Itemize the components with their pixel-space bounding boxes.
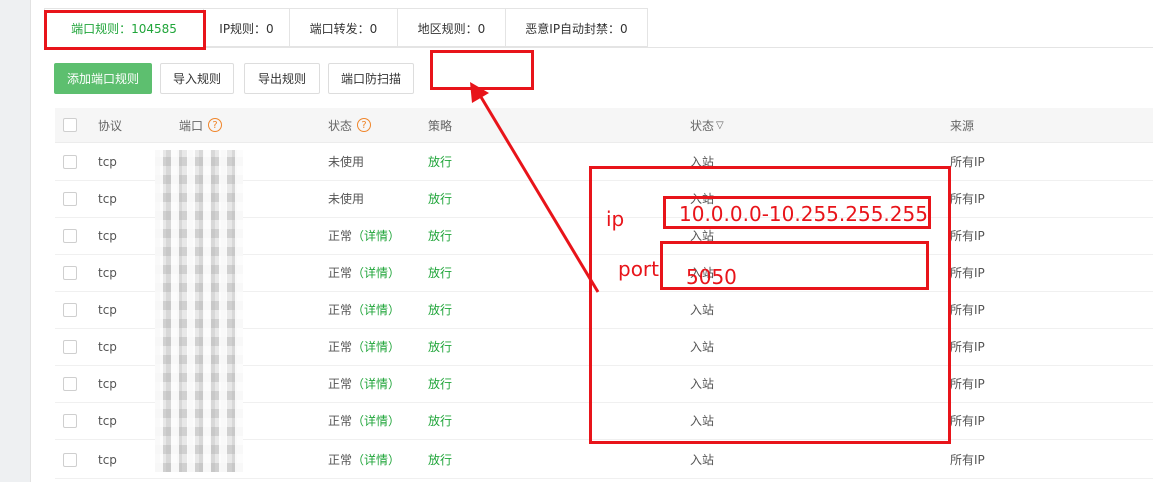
row-status-text: 未使用 bbox=[328, 192, 365, 206]
row-source: 所有IP bbox=[950, 155, 985, 169]
row-protocol: tcp bbox=[98, 154, 117, 169]
annotation-port-value: 5050 bbox=[686, 265, 737, 289]
row-checkbox[interactable] bbox=[63, 265, 77, 280]
row-status-text: 正常 bbox=[328, 340, 353, 354]
row-protocol: tcp bbox=[98, 413, 117, 428]
sort-chevron-icon: ▽ bbox=[716, 119, 724, 131]
row-checkbox[interactable] bbox=[63, 191, 77, 206]
row-source: 所有IP bbox=[950, 229, 985, 243]
header-port: 端口 ? bbox=[179, 108, 223, 142]
header-direction[interactable]: 状态 ▽ bbox=[690, 108, 724, 142]
tab-region-rules[interactable]: 地区规则：0 bbox=[398, 8, 506, 47]
row-status: 正常 （详情） bbox=[328, 291, 400, 328]
header-direction-label: 状态 bbox=[690, 118, 715, 133]
row-checkbox[interactable] bbox=[63, 228, 77, 243]
header-status: 状态 ? bbox=[328, 108, 372, 142]
row-protocol: tcp bbox=[98, 452, 117, 467]
row-checkbox[interactable] bbox=[63, 339, 77, 354]
row-status: 正常 （详情） bbox=[328, 254, 400, 291]
row-direction: 入站 bbox=[690, 453, 715, 467]
annotation-box-target bbox=[430, 50, 534, 90]
header-port-label: 端口 bbox=[179, 118, 204, 133]
app-sidebar-strip bbox=[0, 0, 31, 482]
row-protocol: tcp bbox=[98, 191, 117, 206]
port-anti-scan-button[interactable]: 端口防扫描 bbox=[328, 63, 414, 94]
port-help-icon[interactable]: ? bbox=[208, 118, 223, 132]
row-detail-link[interactable]: （详情） bbox=[352, 338, 400, 355]
row-policy: 放行 bbox=[428, 266, 453, 280]
row-detail-link[interactable]: （详情） bbox=[352, 412, 400, 429]
row-status-text: 正常 bbox=[328, 453, 353, 467]
row-protocol: tcp bbox=[98, 265, 117, 280]
row-source: 所有IP bbox=[950, 414, 985, 428]
row-checkbox[interactable] bbox=[63, 376, 77, 391]
header-status-label: 状态 bbox=[328, 118, 353, 133]
pixelated-redaction bbox=[155, 150, 243, 472]
row-policy: 放行 bbox=[428, 229, 453, 243]
import-rules-button[interactable]: 导入规则 bbox=[160, 63, 234, 94]
row-policy: 放行 bbox=[428, 192, 453, 206]
row-checkbox[interactable] bbox=[63, 452, 77, 467]
annotation-box-port-rules-tab bbox=[44, 10, 206, 50]
row-status: 正常 （详情） bbox=[328, 402, 400, 439]
select-all-checkbox-cell bbox=[63, 108, 77, 142]
tabs-divider bbox=[44, 47, 1153, 48]
status-help-icon[interactable]: ? bbox=[357, 118, 372, 132]
row-policy: 放行 bbox=[428, 414, 453, 428]
row-status-text: 正常 bbox=[328, 266, 353, 280]
row-protocol: tcp bbox=[98, 339, 117, 354]
row-status-text: 正常 bbox=[328, 229, 353, 243]
table-header: 协议 端口 ? 状态 ? 策略 状态 ▽ 来源 bbox=[55, 108, 1153, 143]
tab-port-forward[interactable]: 端口转发：0 bbox=[290, 8, 398, 47]
row-source: 所有IP bbox=[950, 340, 985, 354]
row-protocol: tcp bbox=[98, 302, 117, 317]
row-source: 所有IP bbox=[950, 266, 985, 280]
row-policy: 放行 bbox=[428, 340, 453, 354]
row-status: 未使用 bbox=[328, 143, 364, 180]
row-checkbox[interactable] bbox=[63, 302, 77, 317]
row-detail-link[interactable]: （详情） bbox=[352, 264, 400, 281]
row-status: 正常 （详情） bbox=[328, 365, 400, 402]
annotation-ip-value: 10.0.0.0-10.255.255.255 bbox=[679, 202, 928, 226]
annotation-ip-label: ip bbox=[606, 207, 625, 231]
header-protocol: 协议 bbox=[98, 118, 123, 133]
row-status-text: 正常 bbox=[328, 414, 353, 428]
row-status-text: 未使用 bbox=[328, 155, 365, 169]
annotation-port-label: port bbox=[618, 257, 659, 281]
tab-ip-rules[interactable]: IP规则：0 bbox=[204, 8, 290, 47]
row-status: 正常 （详情） bbox=[328, 441, 400, 478]
row-protocol: tcp bbox=[98, 376, 117, 391]
row-status-text: 正常 bbox=[328, 377, 353, 391]
row-policy: 放行 bbox=[428, 377, 453, 391]
row-detail-link[interactable]: （详情） bbox=[352, 227, 400, 244]
header-source: 来源 bbox=[950, 118, 975, 133]
row-source: 所有IP bbox=[950, 453, 985, 467]
row-checkbox[interactable] bbox=[63, 413, 77, 428]
export-rules-button[interactable]: 导出规则 bbox=[244, 63, 320, 94]
row-detail-link[interactable]: （详情） bbox=[352, 301, 400, 318]
header-policy: 策略 bbox=[428, 118, 453, 133]
row-source: 所有IP bbox=[950, 303, 985, 317]
row-policy: 放行 bbox=[428, 155, 453, 169]
row-protocol: tcp bbox=[98, 228, 117, 243]
row-policy: 放行 bbox=[428, 303, 453, 317]
row-status: 正常 （详情） bbox=[328, 328, 400, 365]
row-detail-link[interactable]: （详情） bbox=[352, 375, 400, 392]
row-source: 所有IP bbox=[950, 192, 985, 206]
row-detail-link[interactable]: （详情） bbox=[352, 451, 400, 468]
tab-malicious-ip-ban[interactable]: 恶意IP自动封禁：0 bbox=[506, 8, 648, 47]
row-status: 正常 （详情） bbox=[328, 217, 400, 254]
row-checkbox[interactable] bbox=[63, 154, 77, 169]
select-all-checkbox[interactable] bbox=[63, 118, 77, 132]
row-status-text: 正常 bbox=[328, 303, 353, 317]
row-policy: 放行 bbox=[428, 453, 453, 467]
row-source: 所有IP bbox=[950, 377, 985, 391]
row-status: 未使用 bbox=[328, 180, 364, 217]
add-port-rule-button[interactable]: 添加端口规则 bbox=[54, 63, 152, 94]
